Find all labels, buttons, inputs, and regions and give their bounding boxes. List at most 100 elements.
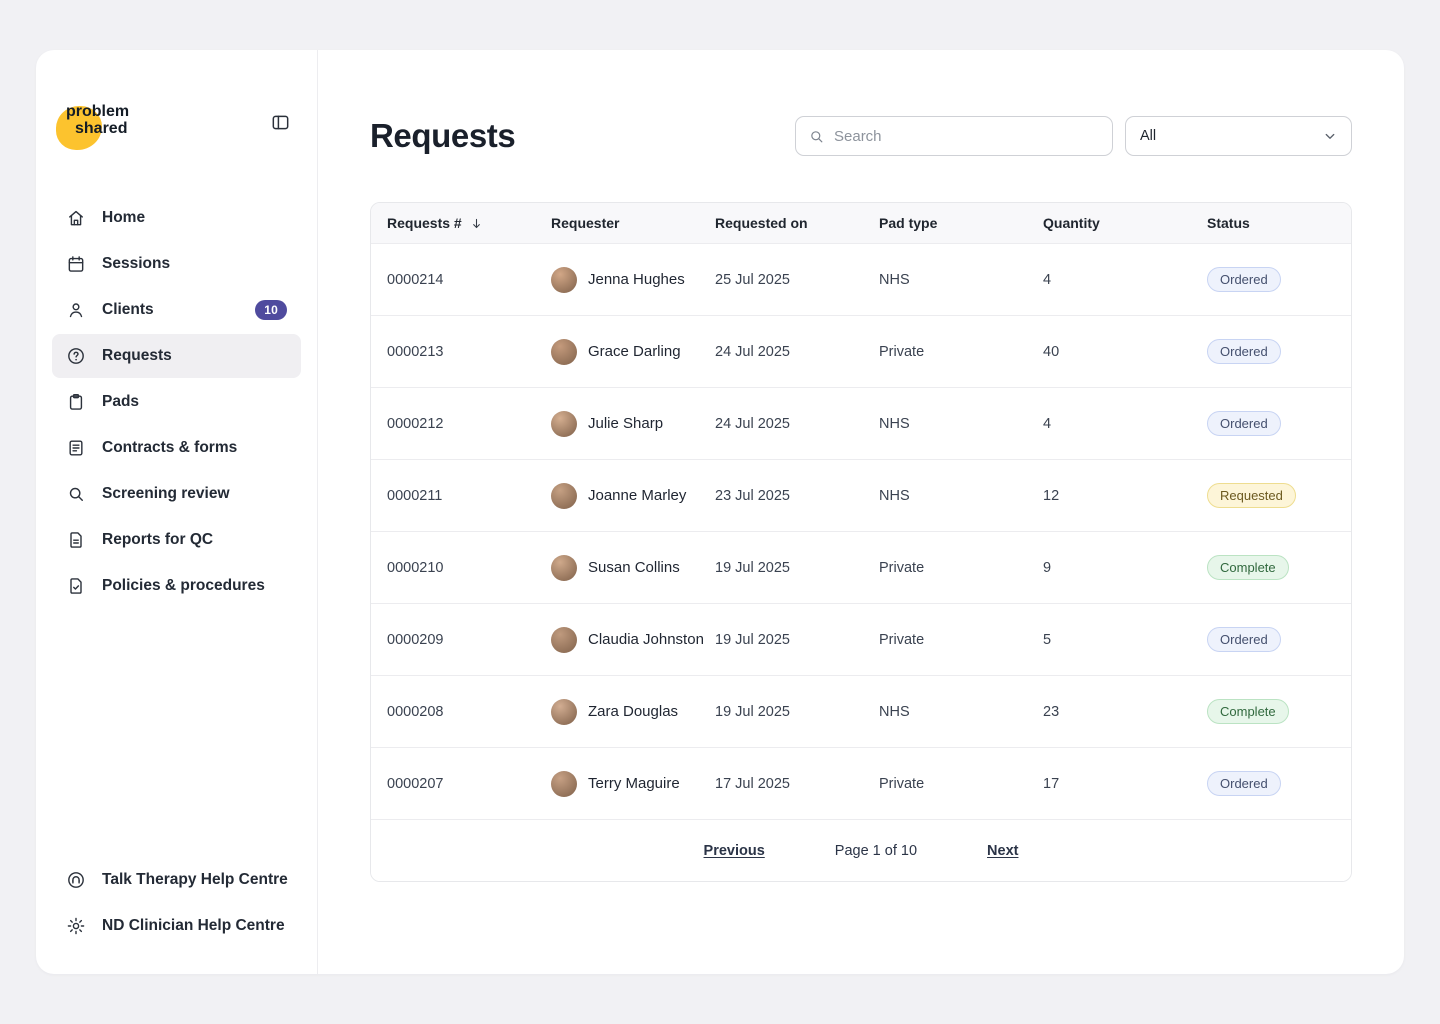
sidebar-item-home[interactable]: Home	[52, 196, 301, 240]
requested-on: 23 Jul 2025	[715, 488, 879, 504]
quantity: 40	[1043, 344, 1207, 360]
requested-on: 24 Jul 2025	[715, 344, 879, 360]
status-cell: Ordered	[1207, 627, 1335, 652]
column-header-request-number[interactable]: Requests #	[387, 215, 551, 231]
requester-name: Claudia Johnston	[588, 631, 704, 648]
requester-name: Terry Maguire	[588, 775, 680, 792]
logo-text: problem shared	[56, 104, 166, 138]
avatar	[551, 339, 577, 365]
sidebar-item-pads[interactable]: Pads	[52, 380, 301, 424]
pad-type: Private	[879, 776, 1043, 792]
column-label: Pad type	[879, 215, 937, 231]
document-check-icon	[66, 576, 86, 596]
status-cell: Complete	[1207, 555, 1335, 580]
report-document-icon	[66, 530, 86, 550]
table-row[interactable]: 0000208 Zara Douglas 19 Jul 2025 NHS 23 …	[371, 676, 1351, 748]
status-badge: Complete	[1207, 555, 1289, 580]
table-row[interactable]: 0000211 Joanne Marley 23 Jul 2025 NHS 12…	[371, 460, 1351, 532]
calendar-icon	[66, 254, 86, 274]
headset-icon	[66, 870, 86, 890]
previous-page-link[interactable]: Previous	[704, 843, 765, 859]
pad-type: NHS	[879, 704, 1043, 720]
request-number: 0000207	[387, 776, 551, 792]
requested-on: 24 Jul 2025	[715, 416, 879, 432]
requester-name: Julie Sharp	[588, 415, 663, 432]
pad-type: Private	[879, 632, 1043, 648]
sidebar-item-talk-therapy-help-centre[interactable]: Talk Therapy Help Centre	[52, 858, 301, 902]
column-header-requested-on: Requested on	[715, 215, 879, 231]
quantity: 4	[1043, 272, 1207, 288]
avatar	[551, 267, 577, 293]
table-row[interactable]: 0000207 Terry Maguire 17 Jul 2025 Privat…	[371, 748, 1351, 820]
status-filter-dropdown[interactable]: All	[1125, 116, 1352, 156]
table-row[interactable]: 0000209 Claudia Johnston 19 Jul 2025 Pri…	[371, 604, 1351, 676]
table-row[interactable]: 0000213 Grace Darling 24 Jul 2025 Privat…	[371, 316, 1351, 388]
status-badge: Ordered	[1207, 627, 1281, 652]
column-label: Requests #	[387, 215, 462, 231]
avatar	[551, 555, 577, 581]
sidebar-item-nd-clinician-help-centre[interactable]: ND Clinician Help Centre	[52, 904, 301, 948]
requester-cell: Joanne Marley	[551, 483, 715, 509]
status-badge: Ordered	[1207, 339, 1281, 364]
requests-table: Requests # Requester Requested on Pad ty…	[370, 202, 1352, 882]
sidebar-item-reports-for-qc[interactable]: Reports for QC	[52, 518, 301, 562]
status-cell: Requested	[1207, 483, 1335, 508]
search-input[interactable]	[834, 128, 1100, 145]
pad-type: NHS	[879, 416, 1043, 432]
status-badge: Requested	[1207, 483, 1296, 508]
requester-name: Joanne Marley	[588, 487, 686, 504]
quantity: 12	[1043, 488, 1207, 504]
sidebar-item-clients[interactable]: Clients 10	[52, 288, 301, 332]
count-badge: 10	[255, 300, 287, 320]
status-filter-value: All	[1140, 128, 1156, 144]
requester-cell: Terry Maguire	[551, 771, 715, 797]
main-content: Requests All Requests # Requester	[318, 50, 1404, 974]
column-label: Status	[1207, 215, 1250, 231]
avatar	[551, 627, 577, 653]
sidebar-footer: Talk Therapy Help Centre ND Clinician He…	[52, 858, 301, 948]
requester-cell: Zara Douglas	[551, 699, 715, 725]
table-body: 0000214 Jenna Hughes 25 Jul 2025 NHS 4 O…	[371, 244, 1351, 820]
status-cell: Ordered	[1207, 771, 1335, 796]
table-row[interactable]: 0000214 Jenna Hughes 25 Jul 2025 NHS 4 O…	[371, 244, 1351, 316]
brand-logo[interactable]: problem shared	[56, 104, 166, 152]
home-icon	[66, 208, 86, 228]
pad-type: NHS	[879, 488, 1043, 504]
request-number: 0000209	[387, 632, 551, 648]
status-cell: Ordered	[1207, 339, 1335, 364]
request-number: 0000212	[387, 416, 551, 432]
requested-on: 17 Jul 2025	[715, 776, 879, 792]
request-number: 0000210	[387, 560, 551, 576]
search-icon	[808, 128, 825, 145]
next-page-link[interactable]: Next	[987, 843, 1018, 859]
quantity: 4	[1043, 416, 1207, 432]
requester-cell: Grace Darling	[551, 339, 715, 365]
requester-name: Jenna Hughes	[588, 271, 685, 288]
requested-on: 19 Jul 2025	[715, 560, 879, 576]
status-badge: Ordered	[1207, 411, 1281, 436]
pagination: Previous Page 1 of 10 Next	[371, 820, 1351, 881]
table-row[interactable]: 0000212 Julie Sharp 24 Jul 2025 NHS 4 Or…	[371, 388, 1351, 460]
sort-descending-icon[interactable]	[469, 216, 484, 231]
column-header-requester: Requester	[551, 215, 715, 231]
quantity: 17	[1043, 776, 1207, 792]
status-cell: Ordered	[1207, 411, 1335, 436]
quantity: 9	[1043, 560, 1207, 576]
status-badge: Ordered	[1207, 771, 1281, 796]
page-header: Requests All	[370, 116, 1352, 156]
table-row[interactable]: 0000210 Susan Collins 19 Jul 2025 Privat…	[371, 532, 1351, 604]
search-box	[795, 116, 1113, 156]
sidebar-item-contracts-forms[interactable]: Contracts & forms	[52, 426, 301, 470]
column-label: Quantity	[1043, 215, 1100, 231]
avatar	[551, 699, 577, 725]
sidebar-item-policies-procedures[interactable]: Policies & procedures	[52, 564, 301, 608]
sidebar-item-sessions[interactable]: Sessions	[52, 242, 301, 286]
request-number: 0000214	[387, 272, 551, 288]
column-label: Requested on	[715, 215, 808, 231]
magnifier-icon	[66, 484, 86, 504]
sidebar-item-screening-review[interactable]: Screening review	[52, 472, 301, 516]
sidebar-collapse-button[interactable]	[268, 110, 293, 138]
status-badge: Ordered	[1207, 267, 1281, 292]
sidebar-item-requests[interactable]: Requests	[52, 334, 301, 378]
status-cell: Complete	[1207, 699, 1335, 724]
